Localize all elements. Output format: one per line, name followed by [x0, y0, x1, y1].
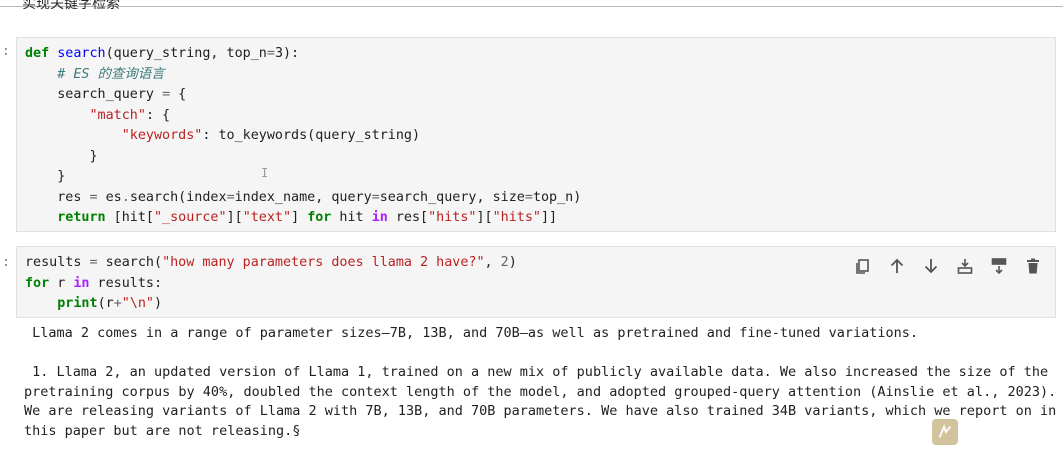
code-line: print(r+"\n") — [57, 296, 163, 311]
code-line: # ES 的查询语言 — [57, 66, 165, 82]
cell-toolbar — [851, 255, 1045, 277]
code-line: "keywords": to_keywords(query_string) — [121, 128, 421, 143]
insert-below-icon — [991, 258, 1007, 275]
duplicate-cell-button[interactable] — [851, 255, 875, 277]
delete-cell-button[interactable] — [1021, 255, 1045, 277]
code-line: for r in results: — [25, 275, 163, 291]
move-up-button[interactable] — [885, 255, 909, 277]
code-cell-search-def[interactable]: def search(query_string, top_n=3): # ES … — [16, 37, 1056, 232]
code-line: def search(query_string, top_n=3): — [25, 46, 300, 61]
code-line: return [hit["_source"]["text"] for hit i… — [57, 210, 558, 225]
section-heading: 实现关键字检索 — [22, 0, 120, 12]
code-line: res = es.search(index=index_name, query=… — [25, 189, 582, 205]
cell-output: Llama 2 comes in a range of parameter si… — [24, 325, 1057, 439]
code-editor-1[interactable]: def search(query_string, top_n=3): # ES … — [25, 44, 581, 229]
mouse-text-cursor: I — [261, 166, 269, 180]
move-down-button[interactable] — [919, 255, 943, 277]
top-divider — [0, 6, 1063, 7]
code-line: results = search("how many parameters do… — [25, 255, 517, 270]
logo-icon — [938, 424, 952, 438]
code-line: } — [25, 169, 66, 184]
insert-above-button[interactable] — [953, 255, 977, 277]
code-line: } — [25, 148, 98, 164]
copy-icon — [856, 259, 869, 274]
trash-icon — [1027, 258, 1039, 274]
insert-above-icon — [957, 259, 973, 274]
code-line: search_query = { — [25, 87, 187, 102]
code-cell-search-call[interactable]: results = search("how many parameters do… — [16, 246, 1056, 318]
arrow-down-icon — [924, 259, 938, 274]
insert-below-button[interactable] — [987, 255, 1011, 277]
arrow-up-icon — [890, 258, 904, 273]
code-line: "match": { — [89, 107, 171, 123]
cell-2-prompt: : — [2, 255, 10, 270]
watermark-logo — [932, 419, 958, 445]
code-editor-2[interactable]: results = search("how many parameters do… — [25, 253, 517, 315]
cell-1-prompt: : — [2, 44, 10, 59]
